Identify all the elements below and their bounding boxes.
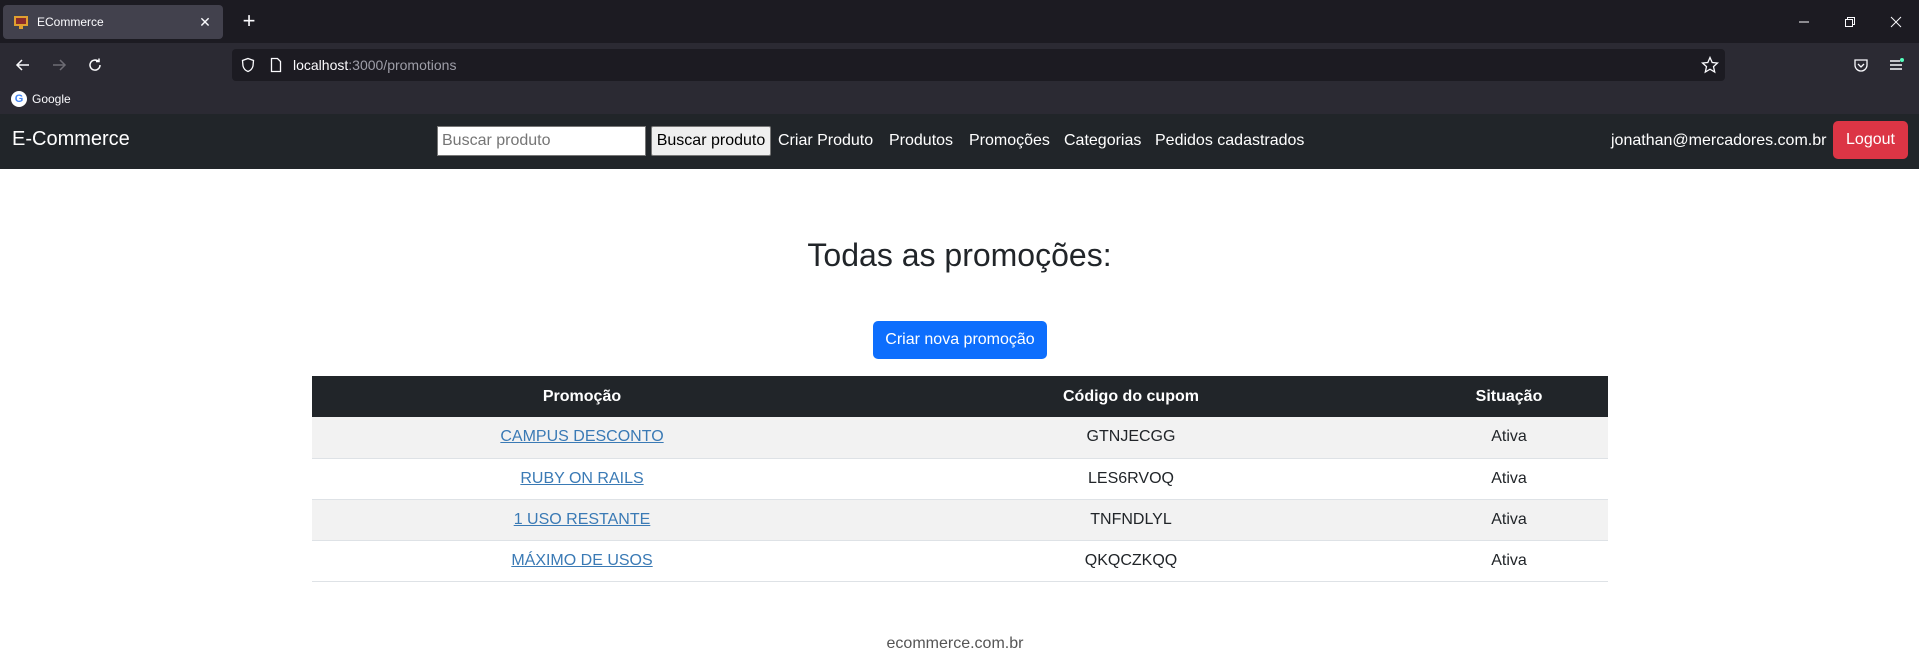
page-title: Todas as promoções:: [807, 237, 1112, 273]
promotion-link[interactable]: CAMPUS DESCONTO: [500, 428, 663, 445]
status-text: Ativa: [1410, 417, 1608, 459]
nav-link-criar-produto[interactable]: Criar Produto: [778, 132, 873, 150]
status-text: Ativa: [1410, 499, 1608, 541]
url-text: localhost:3000/promotions: [293, 57, 457, 73]
logout-button[interactable]: Logout: [1833, 121, 1908, 159]
browser-tab-bar: ECommerce ✕ +: [0, 0, 1919, 43]
create-promotion-button[interactable]: Criar nova promoção: [873, 321, 1047, 359]
menu-icon[interactable]: [1882, 51, 1910, 79]
nav-link-pedidos[interactable]: Pedidos cadastrados: [1155, 132, 1304, 150]
status-text: Ativa: [1410, 540, 1608, 582]
nav-link-produtos[interactable]: Produtos: [889, 132, 953, 150]
app-navbar: E-Commerce Buscar produto Criar Produto …: [0, 114, 1919, 169]
tab-close-icon[interactable]: ✕: [197, 14, 213, 31]
page-icon[interactable]: [268, 57, 284, 78]
brand-link[interactable]: E-Commerce: [12, 128, 130, 151]
table-row: MÁXIMO DE USOS QKQCZKQQ Ativa: [312, 540, 1608, 582]
new-tab-icon[interactable]: +: [236, 8, 262, 34]
promotion-link[interactable]: MÁXIMO DE USOS: [511, 552, 652, 569]
promotion-link[interactable]: 1 USO RESTANTE: [514, 511, 651, 528]
restore-icon[interactable]: [1827, 0, 1873, 43]
google-icon: G: [11, 91, 27, 107]
column-header-codigo: Código do cupom: [852, 376, 1410, 417]
status-text: Ativa: [1410, 458, 1608, 500]
minimize-icon[interactable]: [1781, 0, 1827, 43]
forward-icon[interactable]: [45, 51, 73, 79]
back-icon[interactable]: [9, 51, 37, 79]
promotion-link[interactable]: RUBY ON RAILS: [520, 470, 643, 487]
column-header-promocao: Promoção: [312, 376, 852, 417]
table-header-row: Promoção Código do cupom Situação: [312, 376, 1608, 417]
promotions-table: Promoção Código do cupom Situação CAMPUS…: [312, 376, 1608, 582]
user-email: jonathan@mercadores.com.br: [1611, 132, 1827, 149]
coupon-code: LES6RVOQ: [852, 458, 1410, 500]
nav-link-categorias[interactable]: Categorias: [1064, 132, 1141, 150]
tab-title: ECommerce: [37, 15, 104, 29]
bookmarks-bar: G Google: [0, 87, 1919, 114]
shield-icon[interactable]: [240, 57, 256, 78]
bookmark-google[interactable]: G Google: [11, 91, 71, 107]
search-input[interactable]: [437, 126, 646, 156]
url-bar[interactable]: localhost:3000/promotions: [232, 49, 1725, 81]
table-row: RUBY ON RAILS LES6RVOQ Ativa: [312, 458, 1608, 500]
nav-link-promocoes[interactable]: Promoções: [969, 132, 1050, 150]
bookmark-star-icon[interactable]: [1700, 55, 1720, 79]
footer-text: ecommerce.com.br: [886, 635, 1024, 652]
table-row: CAMPUS DESCONTO GTNJECGG Ativa: [312, 417, 1608, 459]
bookmark-label: Google: [32, 92, 71, 106]
browser-tab[interactable]: ECommerce ✕: [3, 5, 223, 39]
column-header-situacao: Situação: [1410, 376, 1608, 417]
pocket-icon[interactable]: [1847, 51, 1875, 79]
close-window-icon[interactable]: [1873, 0, 1919, 43]
table-row: 1 USO RESTANTE TNFNDLYL Ativa: [312, 499, 1608, 541]
search-button[interactable]: Buscar produto: [651, 126, 771, 156]
coupon-code: QKQCZKQQ: [852, 540, 1410, 582]
favicon-icon: [13, 14, 29, 30]
coupon-code: GTNJECGG: [852, 417, 1410, 459]
browser-toolbar: localhost:3000/promotions: [0, 43, 1919, 87]
reload-icon[interactable]: [81, 51, 109, 79]
coupon-code: TNFNDLYL: [852, 499, 1410, 541]
